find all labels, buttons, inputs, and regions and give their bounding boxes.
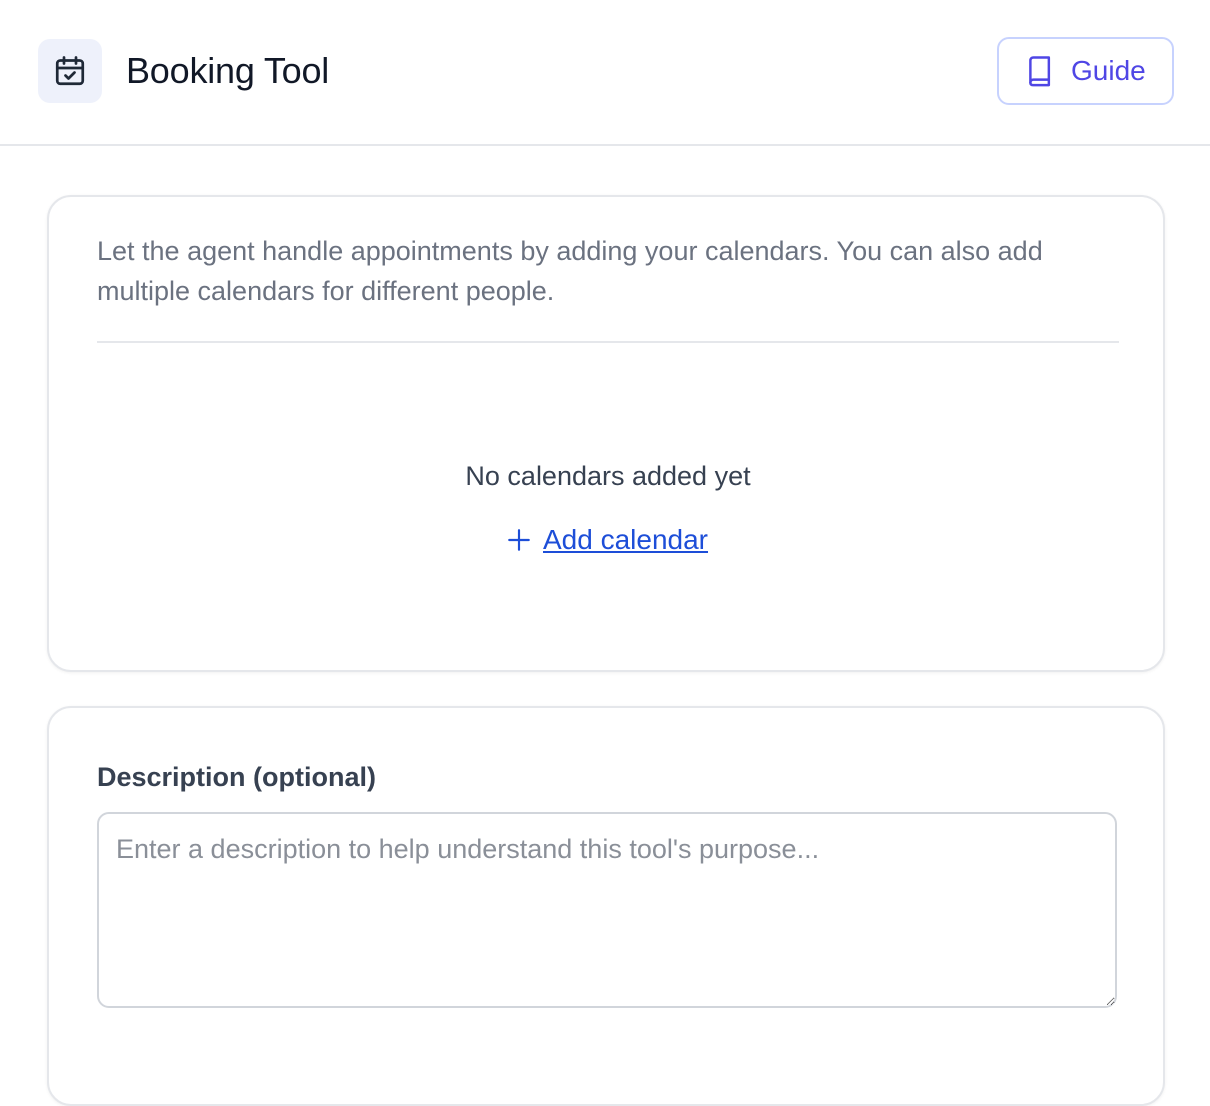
empty-state-text: No calendars added yet <box>465 461 751 491</box>
page-title: Booking Tool <box>126 50 330 91</box>
add-calendar-label: Add calendar <box>543 524 709 555</box>
calendars-card: Let the agent handle appointments by add… <box>47 195 1165 672</box>
calendars-intro-text: Let the agent handle appointments by add… <box>97 236 1043 306</box>
description-card: Description (optional) <box>47 706 1165 1106</box>
add-calendar-link[interactable]: Add calendar <box>505 523 708 557</box>
guide-button[interactable]: Guide <box>997 37 1174 105</box>
description-input[interactable] <box>97 812 1117 1008</box>
calendar-check-icon <box>38 39 102 103</box>
divider <box>97 341 1119 343</box>
description-label: Description (optional) <box>97 762 376 792</box>
guide-button-label: Guide <box>1071 55 1146 86</box>
book-icon <box>1025 55 1053 87</box>
plus-icon <box>505 526 533 554</box>
app-header: Booking Tool Guide <box>0 0 1210 146</box>
